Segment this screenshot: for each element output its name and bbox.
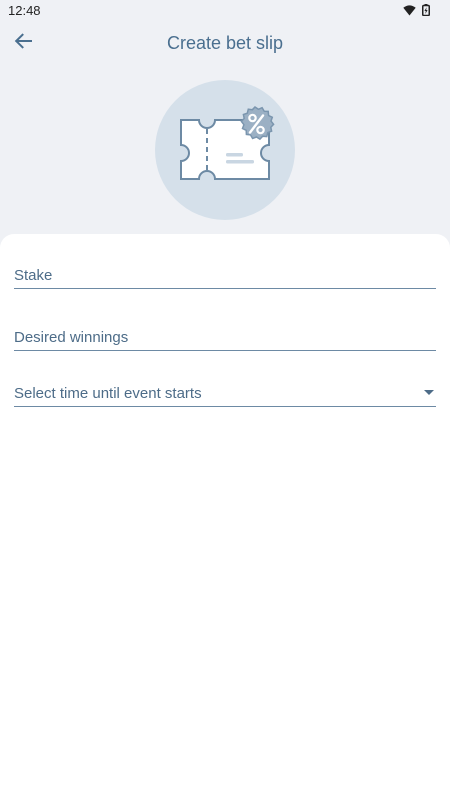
stake-field[interactable]: Stake	[14, 264, 436, 289]
status-time: 12:48	[8, 3, 41, 18]
app-bar: Create bet slip	[0, 22, 450, 66]
ticket-percent-icon	[155, 80, 295, 220]
desired-winnings-field[interactable]: Desired winnings	[14, 326, 436, 351]
form-sheet: Stake Desired winnings Select time until…	[0, 234, 450, 800]
battery-icon	[422, 3, 430, 21]
wifi-icon	[403, 3, 416, 21]
status-icons	[403, 3, 430, 21]
time-until-event-select[interactable]: Select time until event starts	[14, 382, 436, 407]
time-until-event-label: Select time until event starts	[14, 385, 202, 402]
chevron-down-icon	[424, 390, 434, 395]
stake-label: Stake	[14, 267, 53, 284]
bet-slip-illustration	[155, 80, 295, 220]
status-bar: 12:48	[0, 0, 450, 22]
desired-winnings-label: Desired winnings	[14, 329, 129, 346]
page-title: Create bet slip	[166, 33, 284, 53]
